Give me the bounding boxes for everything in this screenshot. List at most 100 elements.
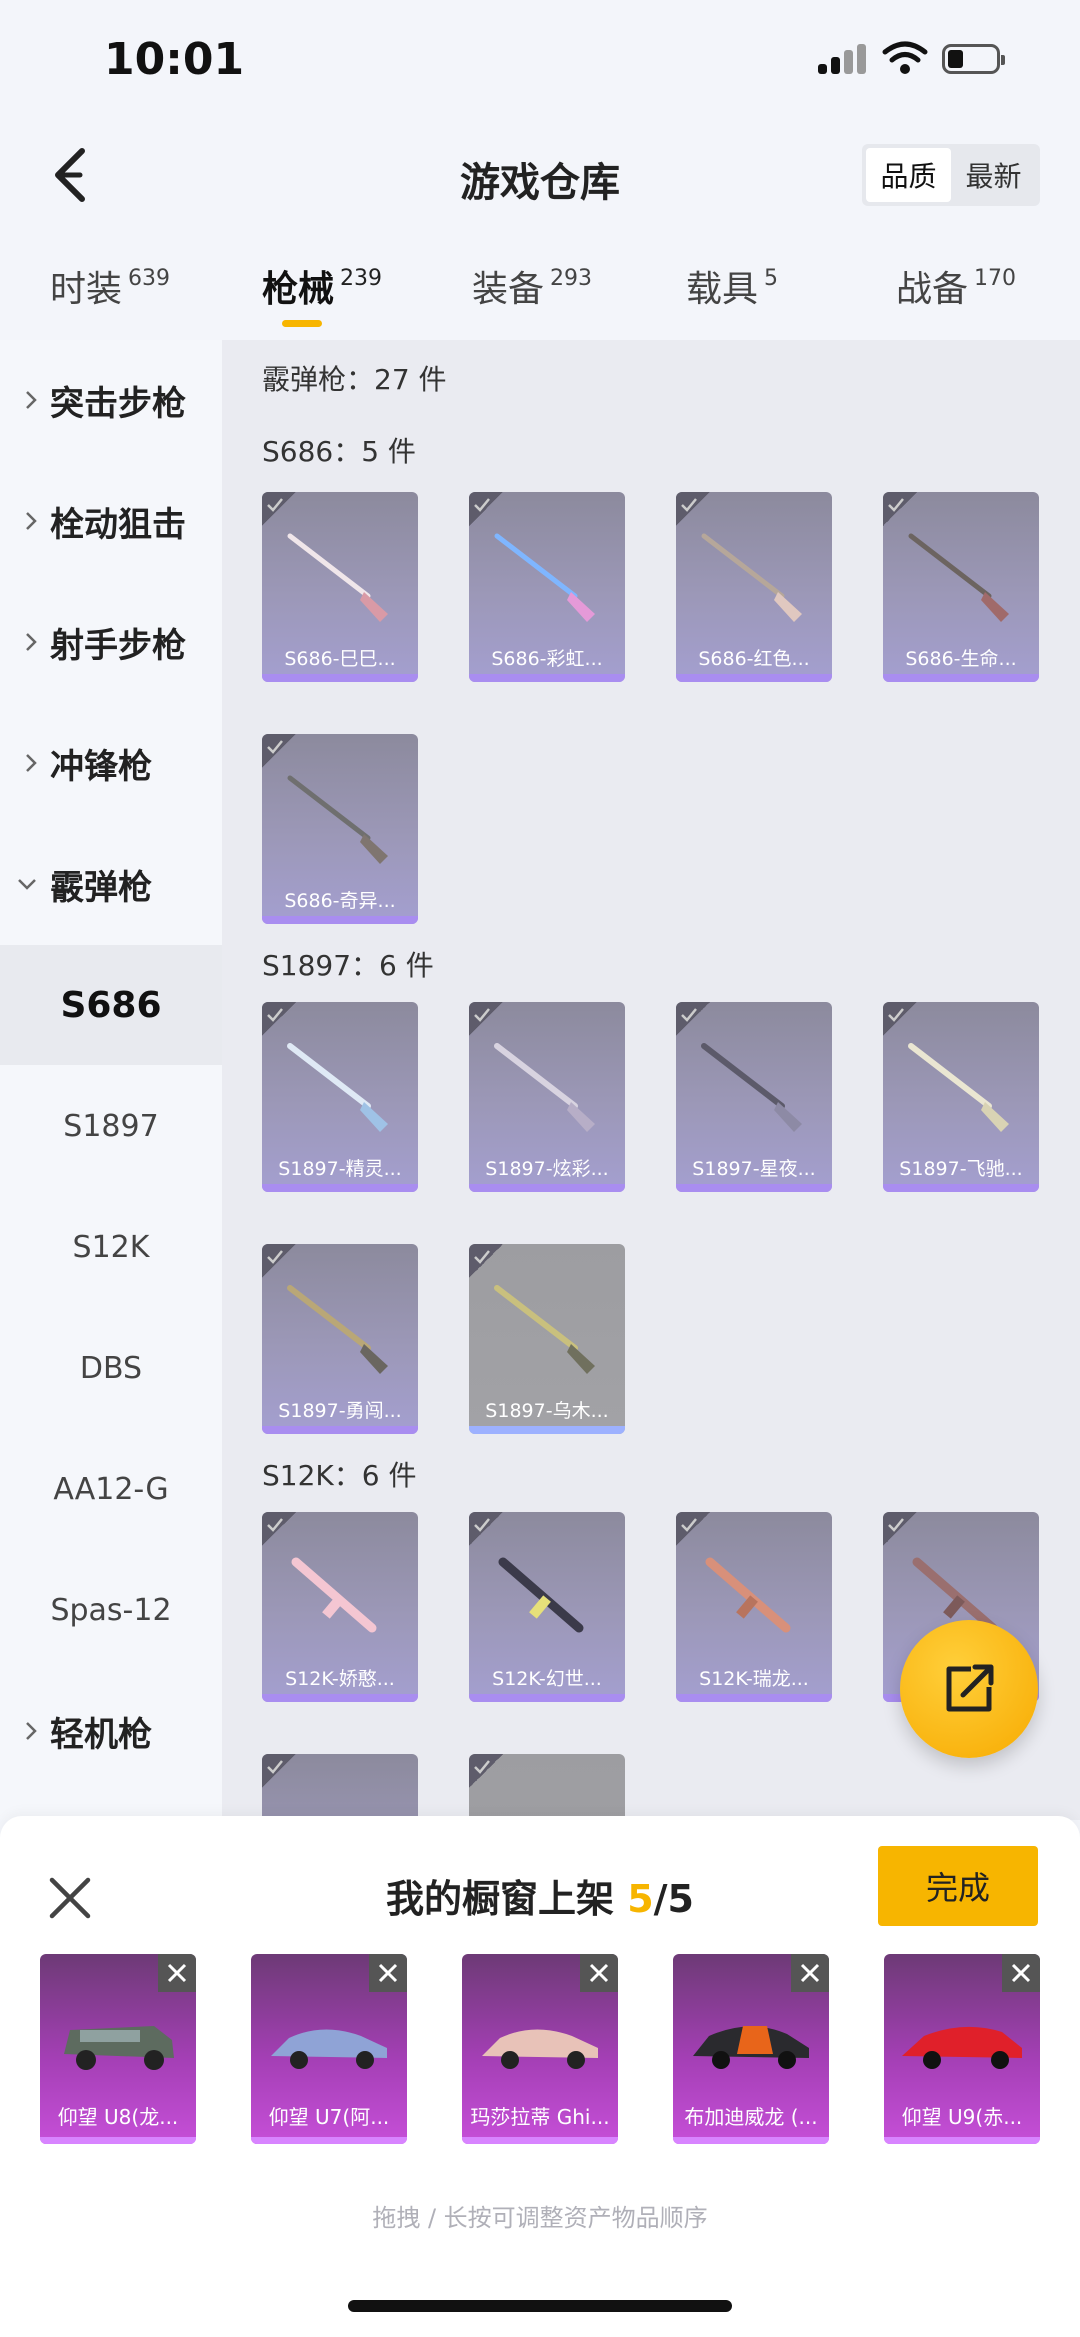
shotgun-icon bbox=[287, 1285, 388, 1374]
shotgun-icon bbox=[287, 775, 388, 864]
shotgun-icon bbox=[908, 533, 1009, 622]
sidebar-item-s1897[interactable]: S1897 bbox=[0, 1066, 222, 1186]
item-card[interactable]: S12K-幻世... bbox=[469, 1512, 625, 1702]
item-card[interactable]: S1897-乌木... bbox=[469, 1244, 625, 1434]
sidebar-item-aa12g[interactable]: AA12-G bbox=[0, 1429, 222, 1549]
item-label: S1897-勇闯... bbox=[278, 1400, 402, 1422]
check-icon bbox=[262, 492, 296, 526]
rarity-strip bbox=[262, 1184, 418, 1192]
sidebar-group-lmg[interactable]: 轻机枪 bbox=[0, 1671, 222, 1791]
item-label: S686-彩虹... bbox=[491, 648, 603, 670]
category-tabs: 时装 639 枪械 239 装备 293 载具 5 战备 170 bbox=[0, 240, 1080, 330]
tab-gear[interactable]: 战备 170 bbox=[896, 260, 1016, 312]
sort-quality-option[interactable]: 品质 bbox=[866, 148, 951, 202]
tab-vehicles[interactable]: 载具 5 bbox=[686, 260, 778, 312]
shotgun-icon bbox=[701, 533, 802, 622]
car-icon bbox=[482, 2029, 598, 2069]
remove-icon[interactable] bbox=[580, 1954, 618, 1992]
item-card[interactable]: S686-奇异... bbox=[262, 734, 418, 924]
shelf-item-label: 玛莎拉蒂 Ghi... bbox=[470, 2105, 610, 2129]
sort-newest-option[interactable]: 最新 bbox=[951, 148, 1036, 202]
item-card[interactable]: S686-红色... bbox=[676, 492, 832, 682]
sidebar-group-smg[interactable]: 冲锋枪 bbox=[0, 703, 222, 823]
item-card[interactable]: S1897-精灵... bbox=[262, 1002, 418, 1192]
shelf-item-label: 仰望 U7(阿... bbox=[268, 2105, 390, 2129]
rarity-strip bbox=[883, 674, 1039, 682]
tab-equipment[interactable]: 装备 293 bbox=[472, 260, 592, 312]
section-label-s1897: S1897：6 件 bbox=[262, 949, 434, 982]
status-time: 10:01 bbox=[104, 34, 245, 85]
item-card[interactable]: S12K-娇憨... bbox=[262, 1512, 418, 1702]
rarity-strip bbox=[673, 2137, 829, 2144]
battery-icon bbox=[942, 44, 1005, 74]
check-icon bbox=[676, 1002, 710, 1036]
shotgun-icon bbox=[287, 533, 388, 622]
check-icon bbox=[883, 1002, 917, 1036]
item-card[interactable]: S686-生命... bbox=[883, 492, 1039, 682]
item-card[interactable]: S1897-飞驰... bbox=[883, 1002, 1039, 1192]
tab-active-indicator bbox=[282, 320, 322, 327]
shelf-item[interactable]: 仰望 U8(龙... bbox=[40, 1954, 196, 2144]
remove-icon[interactable] bbox=[1002, 1954, 1040, 1992]
home-indicator bbox=[348, 2300, 732, 2312]
car-icon bbox=[693, 2026, 809, 2069]
tab-guns[interactable]: 枪械 239 bbox=[262, 260, 382, 312]
item-label: S1897-炫彩... bbox=[485, 1158, 609, 1180]
share-button[interactable] bbox=[900, 1620, 1038, 1758]
car-icon bbox=[902, 2026, 1022, 2069]
remove-icon[interactable] bbox=[369, 1954, 407, 1992]
showcase-total: /5 bbox=[653, 1877, 694, 1921]
check-icon bbox=[262, 734, 296, 768]
shelf-item[interactable]: 仰望 U7(阿... bbox=[251, 1954, 407, 2144]
sort-toggle: 品质 最新 bbox=[862, 144, 1040, 206]
shelf-item[interactable]: 玛莎拉蒂 Ghi... bbox=[462, 1954, 618, 2144]
rifle-icon bbox=[498, 1557, 584, 1633]
tab-label: 装备 bbox=[472, 269, 545, 310]
sidebar-group-label: 霰弹枪 bbox=[50, 867, 152, 908]
rarity-strip bbox=[469, 674, 625, 682]
check-icon bbox=[262, 1002, 296, 1036]
done-button[interactable]: 完成 bbox=[878, 1846, 1038, 1926]
check-icon bbox=[676, 492, 710, 526]
item-card[interactable]: S1897-星夜... bbox=[676, 1002, 832, 1192]
item-label: S1897-飞驰... bbox=[899, 1158, 1023, 1180]
sidebar-group-shotgun[interactable]: 霰弹枪 bbox=[0, 824, 222, 944]
car-icon bbox=[64, 2026, 174, 2070]
tab-count: 239 bbox=[340, 266, 383, 291]
rarity-strip bbox=[883, 1184, 1039, 1192]
remove-icon[interactable] bbox=[791, 1954, 829, 1992]
sidebar-group-marksman-rifle[interactable]: 射手步枪 bbox=[0, 582, 222, 702]
check-icon bbox=[469, 1002, 503, 1036]
tab-count: 170 bbox=[974, 266, 1017, 291]
item-card[interactable]: S12K-瑞龙... bbox=[676, 1512, 832, 1702]
shelf-item[interactable]: 布加迪威龙 (... bbox=[673, 1954, 829, 2144]
check-icon bbox=[262, 1754, 296, 1788]
item-card[interactable]: S1897-炫彩... bbox=[469, 1002, 625, 1192]
sidebar-item-spas12[interactable]: Spas-12 bbox=[0, 1550, 222, 1670]
item-list[interactable]: 霰弹枪：27 件 S686：5 件 S686-巳巳... S686-彩虹... … bbox=[222, 340, 1080, 1820]
reorder-hint: 拖拽 / 长按可调整资产物品顺序 bbox=[372, 2204, 708, 2232]
check-icon bbox=[883, 492, 917, 526]
external-link-icon bbox=[946, 1664, 994, 1712]
item-label: S1897-乌木... bbox=[485, 1400, 609, 1422]
remove-icon[interactable] bbox=[158, 1954, 196, 1992]
item-card[interactable] bbox=[469, 1754, 625, 1820]
item-card[interactable] bbox=[262, 1754, 418, 1820]
check-icon bbox=[262, 1244, 296, 1278]
sidebar-item-dbs[interactable]: DBS bbox=[0, 1308, 222, 1428]
item-card[interactable]: S1897-勇闯... bbox=[262, 1244, 418, 1434]
sidebar-item-s12k[interactable]: S12K bbox=[0, 1187, 222, 1307]
rarity-strip bbox=[262, 1694, 418, 1702]
tab-fashion[interactable]: 时装 639 bbox=[50, 260, 170, 312]
item-card[interactable]: S686-彩虹... bbox=[469, 492, 625, 682]
shotgun-icon bbox=[494, 1285, 595, 1374]
rarity-strip bbox=[469, 1426, 625, 1434]
shelf-item[interactable]: 仰望 U9(赤... bbox=[884, 1954, 1040, 2144]
showcase-count: 5 bbox=[627, 1877, 654, 1921]
sidebar-group-assault-rifle[interactable]: 突击步枪 bbox=[0, 340, 222, 460]
shotgun-icon bbox=[494, 1043, 595, 1132]
sidebar-group-bolt-sniper[interactable]: 栓动狙击 bbox=[0, 461, 222, 581]
sidebar-item-s686[interactable]: S686 bbox=[0, 945, 222, 1065]
chevron-right-icon bbox=[0, 752, 50, 774]
item-card[interactable]: S686-巳巳... bbox=[262, 492, 418, 682]
